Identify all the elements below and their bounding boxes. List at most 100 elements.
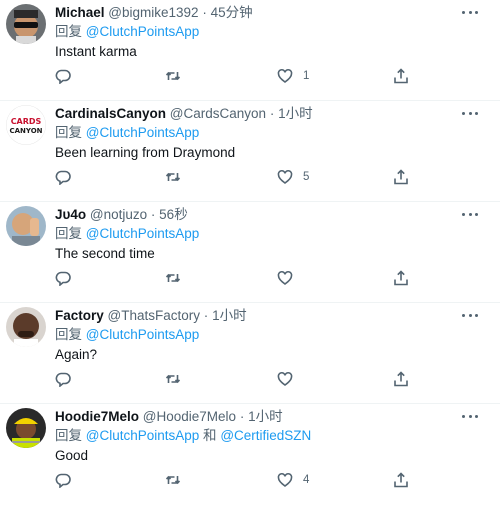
tweet-header: Michael @bigmike1392 · 45分钟 xyxy=(55,4,253,21)
retweet-button[interactable] xyxy=(165,167,181,187)
more-icon[interactable] xyxy=(462,309,478,321)
tweet-item[interactable]: Factory @ThatsFactory · 1小时 回复 @ClutchPo… xyxy=(0,303,500,404)
reply-icon xyxy=(55,271,71,286)
reply-prefix: 回复 xyxy=(55,226,82,241)
timestamp[interactable]: 45分钟 xyxy=(211,5,253,20)
reply-context: 回复 @ClutchPointsApp xyxy=(55,124,199,141)
user-handle[interactable]: @ThatsFactory xyxy=(108,308,200,323)
share-button[interactable] xyxy=(393,470,409,490)
reply-button[interactable] xyxy=(55,167,71,187)
reply-icon xyxy=(55,372,71,387)
svg-text:CARDS: CARDS xyxy=(11,117,42,126)
retweet-button[interactable] xyxy=(165,470,181,490)
action-bar xyxy=(55,268,415,288)
user-handle[interactable]: @Hoodie7Melo xyxy=(143,409,236,424)
separator-dot: · xyxy=(150,207,156,222)
like-button[interactable]: 1 xyxy=(277,66,309,86)
reply-prefix: 回复 xyxy=(55,327,82,342)
action-bar: 4 xyxy=(55,470,415,490)
like-icon xyxy=(277,371,293,386)
mention-link[interactable]: @ClutchPointsApp xyxy=(86,428,200,443)
share-icon xyxy=(394,270,408,286)
separator-dot: · xyxy=(239,409,245,424)
reply-button[interactable] xyxy=(55,470,71,490)
mention-link-2[interactable]: @CertifiedSZN xyxy=(220,428,311,443)
tweet-text: Again? xyxy=(55,347,98,362)
reply-context: 回复 @ClutchPointsApp 和 @CertifiedSZN xyxy=(55,427,311,444)
more-icon[interactable] xyxy=(462,6,478,18)
avatar[interactable]: CARDS CANYON xyxy=(6,105,46,145)
display-name[interactable]: Hoodie7Melo xyxy=(55,409,139,424)
share-button[interactable] xyxy=(393,66,409,86)
tweet-header: Jυ4o @notjuzo · 56秒 xyxy=(55,206,188,223)
avatar[interactable] xyxy=(6,307,46,347)
like-button[interactable]: 4 xyxy=(277,470,309,490)
tweet-item[interactable]: CARDS CANYON CardinalsCanyon @CardsCanyo… xyxy=(0,101,500,202)
more-icon[interactable] xyxy=(462,410,478,422)
mention-link[interactable]: @ClutchPointsApp xyxy=(86,24,200,39)
share-icon xyxy=(394,169,408,185)
mention-link[interactable]: @ClutchPointsApp xyxy=(86,125,200,140)
tweet-text: Good xyxy=(55,448,89,463)
tweet-header: Hoodie7Melo @Hoodie7Melo · 1小时 xyxy=(55,408,283,425)
reply-join: 和 xyxy=(203,428,217,443)
mention-link[interactable]: @ClutchPointsApp xyxy=(86,226,200,241)
action-bar: 5 xyxy=(55,167,415,187)
user-handle[interactable]: @CardsCanyon xyxy=(170,106,266,121)
timestamp[interactable]: 1小时 xyxy=(212,308,247,323)
like-icon xyxy=(277,169,293,184)
retweet-icon xyxy=(165,273,181,283)
reply-icon xyxy=(55,170,71,185)
tweet-item[interactable]: Jυ4o @notjuzo · 56秒 回复 @ClutchPointsApp … xyxy=(0,202,500,303)
avatar[interactable] xyxy=(6,4,46,44)
like-button[interactable]: 5 xyxy=(277,167,309,187)
like-icon xyxy=(277,68,293,83)
share-button[interactable] xyxy=(393,369,409,389)
separator-dot: · xyxy=(269,106,275,121)
share-button[interactable] xyxy=(393,268,409,288)
user-handle[interactable]: @notjuzo xyxy=(90,207,147,222)
display-name[interactable]: Factory xyxy=(55,308,104,323)
user-handle[interactable]: @bigmike1392 xyxy=(108,5,198,20)
retweet-button[interactable] xyxy=(165,268,181,288)
like-button[interactable] xyxy=(277,369,303,389)
separator-dot: · xyxy=(202,5,207,20)
tweet-header: CardinalsCanyon @CardsCanyon · 1小时 xyxy=(55,105,313,122)
display-name[interactable]: CardinalsCanyon xyxy=(55,106,166,121)
tweet-text: The second time xyxy=(55,246,155,261)
retweet-icon xyxy=(165,374,181,384)
share-icon xyxy=(394,472,408,488)
more-icon[interactable] xyxy=(462,107,478,119)
reply-icon xyxy=(55,473,71,488)
avatar[interactable] xyxy=(6,206,46,246)
retweet-button[interactable] xyxy=(165,369,181,389)
reply-button[interactable] xyxy=(55,66,71,86)
like-icon xyxy=(277,270,293,285)
timestamp[interactable]: 56秒 xyxy=(159,207,188,222)
reply-feed: Michael @bigmike1392 · 45分钟 回复 @ClutchPo… xyxy=(0,0,500,492)
reply-context: 回复 @ClutchPointsApp xyxy=(55,326,199,343)
reply-prefix: 回复 xyxy=(55,24,82,39)
avatar[interactable] xyxy=(6,408,46,448)
like-icon xyxy=(277,472,293,487)
timestamp[interactable]: 1小时 xyxy=(278,106,313,121)
more-icon[interactable] xyxy=(462,208,478,220)
tweet-item[interactable]: Hoodie7Melo @Hoodie7Melo · 1小时 回复 @Clutc… xyxy=(0,404,500,505)
like-count: 5 xyxy=(303,171,310,183)
share-button[interactable] xyxy=(393,167,409,187)
tweet-item[interactable]: Michael @bigmike1392 · 45分钟 回复 @ClutchPo… xyxy=(0,0,500,101)
timestamp[interactable]: 1小时 xyxy=(248,409,283,424)
retweet-button[interactable] xyxy=(165,66,181,86)
display-name[interactable]: Michael xyxy=(55,5,105,20)
like-count: 1 xyxy=(303,70,310,82)
display-name[interactable]: Jυ4o xyxy=(55,207,86,222)
tweet-text: Been learning from Draymond xyxy=(55,145,236,160)
retweet-icon xyxy=(165,475,181,485)
like-button[interactable] xyxy=(277,268,303,288)
mention-link[interactable]: @ClutchPointsApp xyxy=(86,327,200,342)
reply-icon xyxy=(55,69,71,84)
reply-button[interactable] xyxy=(55,369,71,389)
retweet-icon xyxy=(165,71,181,81)
reply-button[interactable] xyxy=(55,268,71,288)
reply-context: 回复 @ClutchPointsApp xyxy=(55,23,199,40)
